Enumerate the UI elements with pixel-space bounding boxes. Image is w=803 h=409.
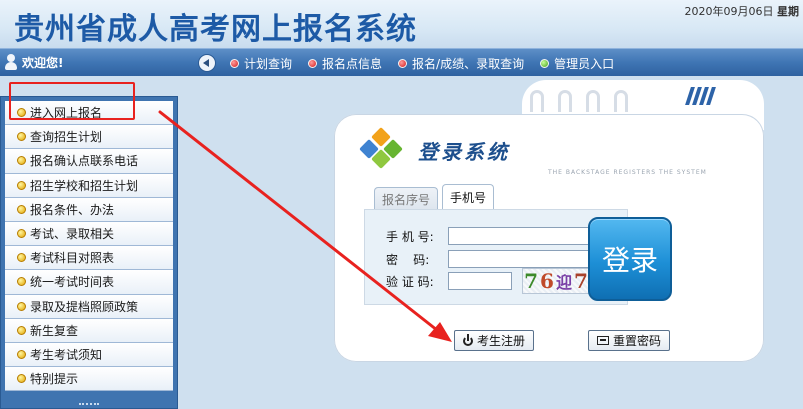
- sidebar: 进入网上报名 查询招生计划 报名确认点联系电话 招生学校和招生计划 报名条件、办…: [0, 96, 178, 409]
- red-dot-icon: [230, 59, 239, 68]
- captcha-label: 验 证 码:: [386, 274, 434, 289]
- back-arrow-icon[interactable]: [198, 54, 216, 72]
- binder-rings: [530, 90, 628, 112]
- nav-links: 计划查询 报名点信息 报名/成绩、录取查询 管理员入口: [230, 55, 614, 72]
- nav-link-score-query[interactable]: 报名/成绩、录取查询: [398, 55, 524, 72]
- bullet-icon: [17, 253, 26, 263]
- sidebar-item-subject-table[interactable]: 考试科目对照表: [5, 246, 173, 271]
- red-dot-icon: [308, 59, 318, 68]
- weekday-text: 星期: [777, 5, 799, 18]
- sidebar-item-exam-admission[interactable]: 考试、录取相关: [5, 221, 173, 247]
- ring: [586, 90, 600, 112]
- bullet-icon: [17, 349, 26, 359]
- nav-link-registration-site[interactable]: 报名点信息: [308, 55, 382, 72]
- bullet-icon: [17, 301, 26, 311]
- bullet-icon: [17, 277, 26, 287]
- bullet-icon: [17, 229, 26, 239]
- sidebar-item-schools-plans[interactable]: 招生学校和招生计划: [5, 173, 173, 198]
- welcome-text: 欢迎您!: [22, 55, 64, 70]
- register-button[interactable]: 考生注册: [454, 330, 535, 351]
- captcha-char: 迎: [555, 273, 572, 292]
- site-title: 贵州省成人高考网上报名系统: [14, 12, 417, 47]
- bullet-icon: [17, 374, 26, 384]
- reset-password-label: 重置密码: [613, 334, 662, 348]
- captcha-char: 6: [540, 269, 554, 293]
- sidebar-item-label: 考试、录取相关: [30, 227, 115, 242]
- sidebar-item-label: 报名条件、办法: [30, 202, 115, 217]
- sidebar-item-label: 新生复查: [30, 323, 79, 338]
- header: 贵州省成人高考网上报名系统 2020年09月06日 星期: [0, 0, 803, 48]
- nav-link-plan-query[interactable]: 计划查询: [230, 55, 292, 72]
- sidebar-grip: [79, 403, 99, 406]
- password-label: 密 码:: [386, 252, 430, 267]
- phone-label: 手 机 号:: [386, 229, 434, 244]
- green-dot-icon: [540, 59, 550, 68]
- sidebar-item-enrollment-plan[interactable]: 查询招生计划: [5, 125, 173, 150]
- ring: [614, 90, 628, 112]
- bullet-icon: [17, 325, 26, 335]
- password-input[interactable]: [448, 250, 600, 268]
- sidebar-item-conditions[interactable]: 报名条件、办法: [5, 197, 173, 222]
- captcha-char: 7: [524, 269, 539, 293]
- nav-link-label: 计划查询: [244, 57, 293, 71]
- captcha-image[interactable]: 7 6 迎 7: [522, 268, 590, 294]
- phone-row: 手 机 号:: [386, 227, 600, 245]
- sidebar-item-admission-policy[interactable]: 录取及提档照顾政策: [5, 294, 173, 319]
- bullet-icon: [17, 156, 26, 166]
- sidebar-item-label: 特别提示: [30, 372, 79, 387]
- login-button[interactable]: 登录: [588, 217, 672, 301]
- nav-link-admin[interactable]: 管理员入口: [540, 55, 614, 72]
- nav-link-label: 报名点信息: [322, 57, 383, 71]
- welcome-area: 欢迎您!: [4, 53, 63, 71]
- ring: [530, 90, 544, 112]
- login-title: 登录系统: [418, 140, 510, 164]
- red-dot-icon: [398, 59, 408, 68]
- login-subtitle: THE BACKSTAGE REGISTERS THE SYSTEM: [548, 169, 707, 176]
- sidebar-item-label: 考试科目对照表: [30, 251, 115, 266]
- bullet-icon: [17, 204, 26, 214]
- sidebar-item-label: 报名确认点联系电话: [30, 154, 139, 169]
- highlight-box: [9, 82, 135, 120]
- edit-icon: [597, 336, 609, 345]
- sidebar-item-exam-notice[interactable]: 考生考试须知: [5, 342, 173, 368]
- sidebar-item-contact-phone[interactable]: 报名确认点联系电话: [5, 149, 173, 174]
- sidebar-item-label: 招生学校和招生计划: [30, 178, 139, 193]
- tab-phone-number[interactable]: 手机号: [442, 184, 495, 210]
- navbar: 欢迎您! 计划查询 报名点信息 报名/成绩、录取查询 管理员入口: [0, 48, 803, 76]
- login-logo-icon: [358, 127, 408, 170]
- bullet-icon: [17, 132, 26, 142]
- captcha-input[interactable]: [448, 272, 512, 290]
- login-tabs: 报名序号 手机号: [374, 184, 495, 210]
- sidebar-item-exam-schedule[interactable]: 统一考试时间表: [5, 270, 173, 295]
- sidebar-item-special-notice[interactable]: 特别提示: [5, 367, 173, 392]
- header-date: 2020年09月06日 星期: [685, 3, 800, 19]
- captcha-row: 验 证 码:: [386, 272, 512, 290]
- sidebar-item-label: 录取及提档照顾政策: [30, 299, 139, 314]
- nav-link-label: 管理员入口: [554, 57, 615, 71]
- password-row: 密 码:: [386, 250, 600, 268]
- register-button-label: 考生注册: [477, 334, 526, 348]
- sidebar-item-label: 查询招生计划: [30, 130, 103, 145]
- nav-link-label: 报名/成绩、录取查询: [412, 57, 525, 71]
- power-icon: [463, 333, 473, 346]
- bullet-icon: [17, 180, 26, 190]
- sidebar-item-label: 考生考试须知: [30, 347, 103, 362]
- tab-registration-number[interactable]: 报名序号: [374, 187, 439, 210]
- captcha-char: 7: [573, 269, 588, 293]
- ring: [558, 90, 572, 112]
- sidebar-item-freshman-review[interactable]: 新生复查: [5, 318, 173, 343]
- sidebar-item-label: 统一考试时间表: [30, 275, 115, 290]
- reset-password-button[interactable]: 重置密码: [588, 330, 671, 351]
- date-text: 2020年09月06日: [684, 5, 774, 18]
- phone-input[interactable]: [448, 227, 600, 245]
- login-panel: 登录系统 THE BACKSTAGE REGISTERS THE SYSTEM …: [334, 80, 764, 362]
- user-icon: [4, 53, 18, 71]
